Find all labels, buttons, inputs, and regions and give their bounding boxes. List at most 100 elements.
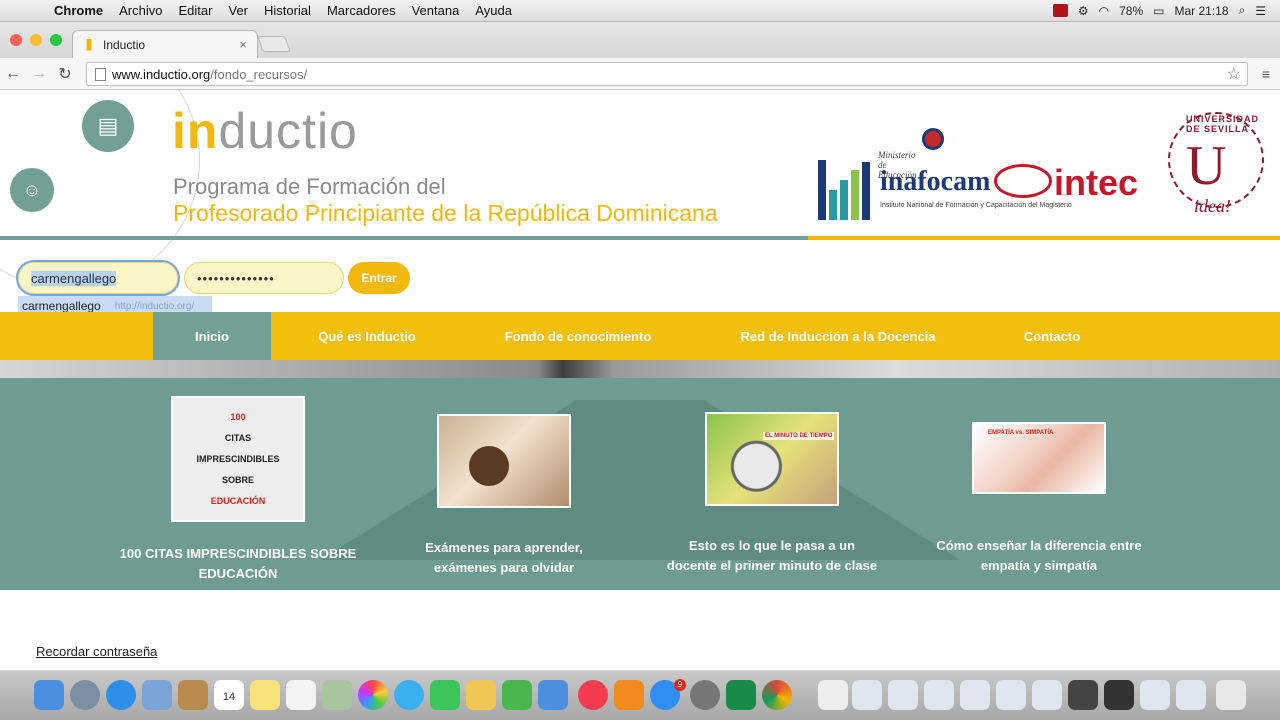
forward-arrow-icon[interactable]: → bbox=[26, 65, 52, 83]
sevilla-u-letter: U bbox=[1186, 135, 1227, 197]
banner-background-strip bbox=[0, 360, 1280, 378]
forgot-password-link[interactable]: Recordar contraseña bbox=[36, 644, 157, 659]
notification-center-icon[interactable]: ☰ bbox=[1255, 4, 1266, 18]
reminders-icon[interactable] bbox=[286, 680, 316, 710]
window-close-button[interactable] bbox=[10, 34, 22, 46]
book-icon: ▤ bbox=[82, 100, 134, 152]
notes-icon[interactable] bbox=[250, 680, 280, 710]
window-zoom-button[interactable] bbox=[50, 34, 62, 46]
card-100-citas[interactable]: 100 CITAS IMPRESCINDIBLES SOBRE EDUCACIÓ… bbox=[108, 396, 368, 584]
wifi-icon[interactable]: ◠ bbox=[1099, 4, 1109, 18]
recording-icon[interactable] bbox=[1052, 4, 1068, 17]
quote-line: IMPRESCINDIBLES bbox=[196, 453, 280, 464]
logo-ductio-text: ductio bbox=[218, 103, 358, 159]
window-thumbnail-icon[interactable] bbox=[1140, 680, 1170, 710]
numbers-icon[interactable] bbox=[502, 680, 532, 710]
card-caption[interactable]: Cómo enseñar la diferencia entre empatía… bbox=[909, 536, 1169, 576]
calendar-icon[interactable]: 14 bbox=[214, 680, 244, 710]
card-caption-line: Esto es lo que le pasa a un bbox=[688, 538, 856, 553]
safari-icon[interactable] bbox=[106, 680, 136, 710]
chrome-menu-icon[interactable]: ≡ bbox=[1262, 66, 1270, 82]
contacts-icon[interactable] bbox=[178, 680, 208, 710]
header-subtitle-1: Programa de Formación del bbox=[173, 174, 446, 199]
trash-icon[interactable] bbox=[1216, 680, 1246, 710]
system-preferences-icon[interactable] bbox=[690, 680, 720, 710]
back-arrow-icon[interactable]: ← bbox=[0, 65, 26, 83]
ibooks-icon[interactable] bbox=[614, 680, 644, 710]
nav-red-induccion[interactable]: Red de Inducción a la Docencia bbox=[716, 312, 960, 360]
sync-icon[interactable]: ⚙ bbox=[1078, 4, 1089, 18]
menu-ayuda[interactable]: Ayuda bbox=[467, 3, 520, 18]
reload-icon[interactable]: ↻ bbox=[52, 64, 78, 84]
card-caption[interactable]: Esto es lo que le pasa a un docente el p… bbox=[642, 536, 902, 576]
window-thumbnail-icon[interactable] bbox=[888, 680, 918, 710]
password-input[interactable]: •••••••••••••• bbox=[184, 262, 344, 294]
card-caption[interactable]: 100 CITAS IMPRESCINDIBLES SOBRE EDUCACIÓ… bbox=[108, 544, 368, 584]
camtasia-icon[interactable] bbox=[726, 680, 756, 710]
window-thumbnail-icon[interactable] bbox=[960, 680, 990, 710]
hands-photo-thumbnail[interactable]: EMPATÍA vs. SIMPATÍA bbox=[972, 422, 1106, 494]
new-tab-button[interactable] bbox=[257, 36, 291, 52]
window-thumbnail-icon[interactable] bbox=[1032, 680, 1062, 710]
menu-archivo[interactable]: Archivo bbox=[111, 3, 170, 18]
card-primer-minuto[interactable]: EL MINUTO DE TIEMPO Esto es lo que le pa… bbox=[642, 412, 902, 576]
header-subtitle-2: Profesorado Principiante de la República… bbox=[173, 200, 718, 226]
spotlight-search-icon[interactable]: ⌕ bbox=[1239, 3, 1246, 18]
browser-toolbar: ← → ↻ www.inductio.org /fondo_recursos/ … bbox=[0, 58, 1280, 90]
nav-inicio[interactable]: Inicio bbox=[153, 312, 271, 360]
inductio-logo[interactable]: inductio bbox=[172, 102, 358, 160]
chrome-icon[interactable] bbox=[762, 680, 792, 710]
finder-icon[interactable] bbox=[34, 680, 64, 710]
window-thumbnail-icon[interactable] bbox=[996, 680, 1026, 710]
username-input[interactable]: carmengallego bbox=[16, 260, 180, 296]
quote-line: SOBRE bbox=[221, 474, 254, 485]
card-empatia[interactable]: EMPATÍA vs. SIMPATÍA Cómo enseñar la dif… bbox=[909, 422, 1169, 576]
nav-contacto[interactable]: Contacto bbox=[1000, 312, 1104, 360]
menu-app-chrome[interactable]: Chrome bbox=[46, 3, 111, 18]
card-caption-line: empatía y simpatía bbox=[980, 558, 1098, 573]
autocomplete-username: carmengallego bbox=[22, 299, 101, 313]
card-thumbnail[interactable]: 100 CITAS IMPRESCINDIBLES SOBRE EDUCACIÓ… bbox=[171, 396, 305, 522]
itunes-icon[interactable] bbox=[578, 680, 608, 710]
window-thumbnail-icon[interactable] bbox=[1068, 680, 1098, 710]
web-page: ▤ ☺ inductio Programa de Formación del P… bbox=[0, 90, 1280, 670]
tab-close-icon[interactable]: × bbox=[239, 37, 247, 52]
menu-ventana[interactable]: Ventana bbox=[404, 3, 468, 18]
window-thumbnail-icon[interactable] bbox=[852, 680, 882, 710]
universidad-sevilla-logo: UNIVERSIDAD DE SEVILLA U idea! bbox=[1168, 112, 1264, 222]
login-submit-button[interactable]: Entrar bbox=[348, 262, 410, 294]
photo-booth-icon[interactable] bbox=[322, 680, 352, 710]
address-bar[interactable]: www.inductio.org /fondo_recursos/ ☆ bbox=[86, 62, 1248, 86]
students-photo-thumbnail[interactable] bbox=[437, 414, 571, 508]
photos-icon[interactable] bbox=[358, 680, 388, 710]
window-thumbnail-icon[interactable] bbox=[1104, 680, 1134, 710]
window-thumbnail-icon[interactable] bbox=[924, 680, 954, 710]
card-examenes[interactable]: Exámenes para aprender, exámenes para ol… bbox=[374, 414, 634, 578]
window-minimize-button[interactable] bbox=[30, 34, 42, 46]
card-caption[interactable]: Exámenes para aprender, exámenes para ol… bbox=[374, 538, 634, 578]
battery-icon[interactable]: ▭ bbox=[1153, 4, 1164, 18]
tab-inductio[interactable]: Inductio × bbox=[72, 30, 258, 58]
menu-marcadores[interactable]: Marcadores bbox=[319, 3, 404, 18]
logo-in-text: in bbox=[172, 103, 219, 159]
intec-logo: intec bbox=[1054, 162, 1139, 203]
menu-ver[interactable]: Ver bbox=[220, 3, 256, 18]
preview-icon[interactable] bbox=[142, 680, 172, 710]
nav-que-es-inductio[interactable]: Qué es Inductio bbox=[290, 312, 444, 360]
pages-icon[interactable] bbox=[466, 680, 496, 710]
menu-editar[interactable]: Editar bbox=[170, 3, 220, 18]
clock[interactable]: Mar 21:18 bbox=[1174, 4, 1228, 18]
documents-stack-icon[interactable] bbox=[818, 680, 848, 710]
favicon-icon bbox=[86, 38, 92, 51]
bookmark-star-icon[interactable]: ☆ bbox=[1227, 64, 1241, 84]
menu-historial[interactable]: Historial bbox=[256, 3, 319, 18]
messages-icon[interactable] bbox=[394, 680, 424, 710]
launchpad-icon[interactable] bbox=[70, 680, 100, 710]
window-thumbnail-icon[interactable] bbox=[1176, 680, 1206, 710]
tab-title: Inductio bbox=[103, 37, 146, 52]
facetime-icon[interactable] bbox=[430, 680, 460, 710]
nav-fondo-conocimiento[interactable]: Fondo de conocimiento bbox=[480, 312, 676, 360]
stopwatch-photo-thumbnail[interactable]: EL MINUTO DE TIEMPO bbox=[705, 412, 839, 506]
sevilla-name: UNIVERSIDAD DE SEVILLA bbox=[1186, 114, 1260, 134]
keynote-icon[interactable] bbox=[538, 680, 568, 710]
